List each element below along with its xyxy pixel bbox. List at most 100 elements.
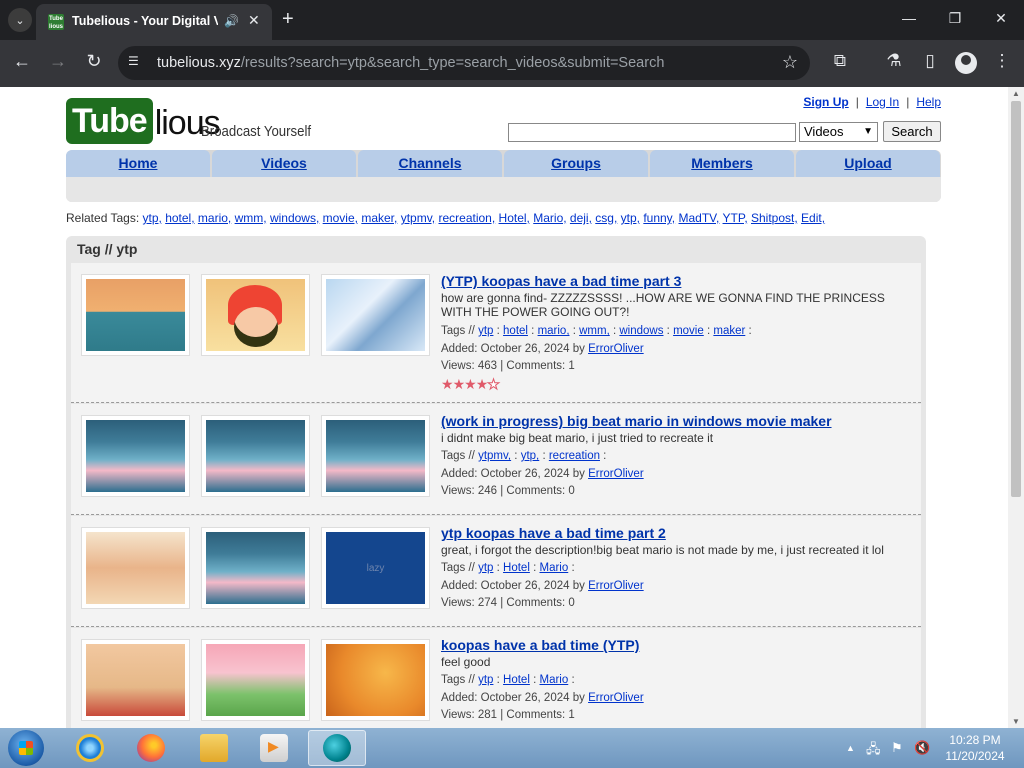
minimize-icon[interactable]: — — [899, 10, 919, 26]
tag-link[interactable]: windows — [619, 325, 663, 337]
help-link[interactable]: Help — [916, 95, 941, 109]
search-button[interactable]: Search — [883, 121, 941, 142]
back-arrow-icon[interactable]: ← — [10, 51, 34, 72]
restore-icon[interactable]: ❐ — [945, 10, 965, 27]
video-thumbnail[interactable] — [321, 274, 430, 356]
tab-active[interactable]: Tube lious Tubelious - Your Digital Vi 🔊… — [36, 4, 272, 40]
nav-link-members[interactable]: Members — [691, 155, 752, 171]
related-tag-link[interactable]: Edit, — [801, 211, 825, 225]
video-thumbnail[interactable] — [321, 415, 430, 497]
start-button[interactable] — [8, 730, 44, 766]
video-thumbnail[interactable]: lazy — [321, 527, 430, 609]
nav-tab-videos[interactable]: Videos — [212, 150, 356, 177]
search-type-select[interactable]: Videos ▼ — [799, 122, 878, 142]
tag-link[interactable]: ytp — [478, 562, 493, 574]
tag-link[interactable]: ytp — [478, 325, 493, 337]
search-input[interactable] — [508, 123, 796, 142]
nav-link-videos[interactable]: Videos — [261, 155, 307, 171]
speaker-icon[interactable]: 🔊 — [224, 14, 239, 28]
nav-link-groups[interactable]: Groups — [551, 155, 601, 171]
video-title-link[interactable]: koopas have a bad time (YTP) — [441, 637, 639, 653]
new-tab-plus-icon[interactable]: + — [282, 8, 294, 30]
taskbar-browser-icon[interactable] — [308, 730, 366, 766]
tag-link[interactable]: ytp — [478, 674, 493, 686]
volume-muted-icon[interactable]: 🔇 — [914, 740, 930, 756]
scroll-up-arrow-icon[interactable]: ▲ — [1012, 89, 1020, 98]
nav-tab-members[interactable]: Members — [650, 150, 794, 177]
login-link[interactable]: Log In — [866, 95, 899, 109]
extensions-puzzle-icon[interactable]: ⧉ — [828, 51, 852, 71]
scrollbar-thumb[interactable] — [1011, 101, 1021, 497]
tag-link[interactable]: mario, — [538, 325, 570, 337]
related-tag-link[interactable]: MadTV, — [678, 211, 719, 225]
video-title-link[interactable]: ytp koopas have a bad time part 2 — [441, 525, 666, 541]
taskbar-firefox-icon[interactable] — [127, 730, 175, 766]
video-title[interactable]: (YTP) koopas have a bad time part 3 — [441, 273, 681, 289]
video-thumbnail[interactable] — [321, 639, 430, 721]
tab-search-chevron-icon[interactable]: ⌄ — [8, 8, 32, 32]
scroll-down-arrow-icon[interactable]: ▼ — [1012, 717, 1020, 726]
video-title[interactable]: (work in progress) big beat mario in win… — [441, 413, 832, 429]
nav-tab-upload[interactable]: Upload — [796, 150, 940, 177]
nav-tab-home[interactable]: Home — [66, 150, 210, 177]
nav-link-home[interactable]: Home — [119, 155, 158, 171]
menu-kebab-icon[interactable]: ⋮ — [990, 51, 1014, 71]
nav-link-upload[interactable]: Upload — [844, 155, 891, 171]
window-close-icon[interactable]: ✕ — [991, 10, 1011, 27]
profile-avatar-icon[interactable] — [955, 52, 977, 74]
author-link[interactable]: ErrorOliver — [588, 580, 644, 592]
reload-icon[interactable]: ↻ — [82, 51, 106, 72]
related-tag-link[interactable]: hotel, — [165, 211, 194, 225]
video-thumbnail[interactable] — [81, 415, 190, 497]
video-thumbnail[interactable] — [81, 274, 190, 356]
system-clock[interactable]: 10:28 PM 11/20/2024 — [940, 732, 1010, 764]
tab-close-icon[interactable]: ✕ — [248, 12, 260, 29]
nav-link-channels[interactable]: Channels — [398, 155, 461, 171]
video-title-link[interactable]: (YTP) koopas have a bad time part 3 — [441, 273, 681, 289]
page-scrollbar[interactable]: ▲ ▼ — [1008, 87, 1024, 728]
signup-link[interactable]: Sign Up — [803, 95, 848, 109]
action-center-flag-icon[interactable]: ⚑ — [891, 740, 903, 756]
taskbar-media-player-icon[interactable] — [250, 730, 298, 766]
author-link[interactable]: ErrorOliver — [588, 692, 644, 704]
url-text[interactable]: tubelious.xyz/results?search=ytp&search_… — [157, 55, 664, 71]
bookmark-star-icon[interactable]: ☆ — [782, 52, 798, 73]
labs-flask-icon[interactable]: ⚗ — [882, 51, 906, 71]
tag-link[interactable]: recreation — [549, 450, 600, 462]
related-tag-link[interactable]: recreation, — [438, 211, 495, 225]
related-tag-link[interactable]: Mario, — [533, 211, 566, 225]
related-tag-link[interactable]: wmm, — [235, 211, 267, 225]
taskbar-ie-icon[interactable] — [66, 730, 114, 766]
network-icon[interactable]: 🖧 — [866, 740, 881, 762]
video-title[interactable]: koopas have a bad time (YTP) — [441, 637, 639, 653]
author-link[interactable]: ErrorOliver — [588, 343, 644, 355]
related-tag-link[interactable]: deji, — [570, 211, 592, 225]
video-thumbnail[interactable] — [201, 415, 310, 497]
video-thumbnail[interactable] — [81, 639, 190, 721]
nav-tab-groups[interactable]: Groups — [504, 150, 648, 177]
related-tag-link[interactable]: mario, — [198, 211, 231, 225]
site-logo[interactable]: Tube lious — [66, 94, 221, 144]
related-tag-link[interactable]: windows, — [270, 211, 319, 225]
tag-link[interactable]: wmm, — [579, 325, 610, 337]
tag-link[interactable]: Mario — [539, 674, 568, 686]
tag-link[interactable]: ytp, — [521, 450, 540, 462]
video-thumbnail[interactable] — [201, 274, 310, 356]
video-thumbnail[interactable] — [81, 527, 190, 609]
video-title-link[interactable]: (work in progress) big beat mario in win… — [441, 413, 832, 429]
related-tag-link[interactable]: ytp, — [143, 211, 162, 225]
related-tag-link[interactable]: ytpmv, — [401, 211, 435, 225]
video-thumbnail[interactable] — [201, 527, 310, 609]
tag-link[interactable]: movie — [673, 325, 704, 337]
tag-link[interactable]: ytpmv, — [478, 450, 511, 462]
related-tag-link[interactable]: Hotel, — [499, 211, 530, 225]
related-tag-link[interactable]: maker, — [361, 211, 397, 225]
tag-link[interactable]: maker — [713, 325, 745, 337]
tag-link[interactable]: Hotel — [503, 562, 530, 574]
side-panel-icon[interactable]: ▯ — [918, 51, 942, 71]
related-tag-link[interactable]: funny, — [643, 211, 675, 225]
tag-link[interactable]: hotel — [503, 325, 528, 337]
video-title[interactable]: ytp koopas have a bad time part 2 — [441, 525, 666, 541]
tag-link[interactable]: Hotel — [503, 674, 530, 686]
taskbar-explorer-icon[interactable] — [190, 730, 238, 766]
